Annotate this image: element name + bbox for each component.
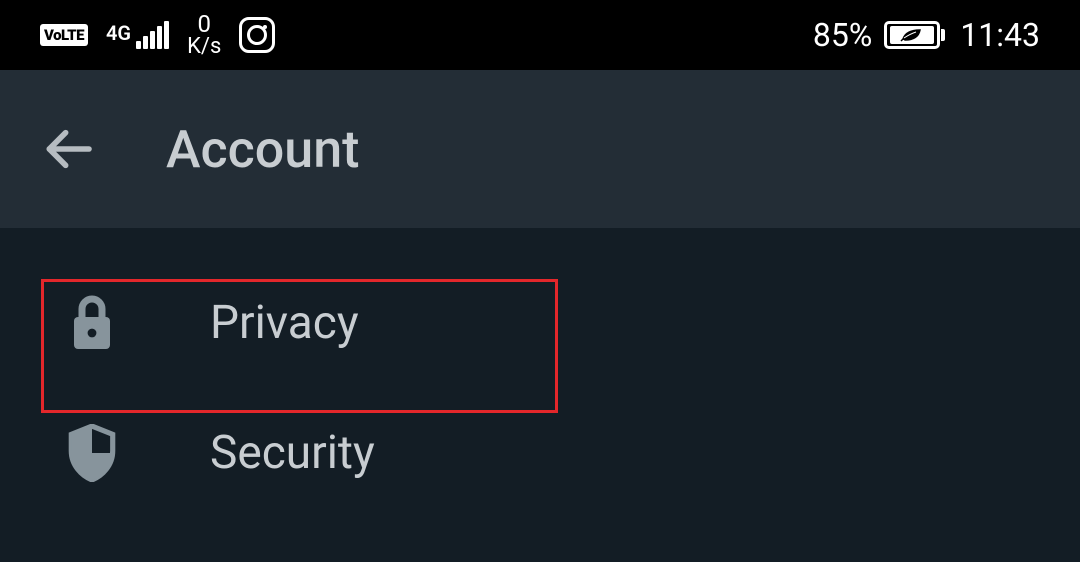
battery-icon xyxy=(884,21,940,49)
speed-unit: K/s xyxy=(187,36,221,58)
back-button[interactable] xyxy=(32,113,104,185)
instagram-icon xyxy=(239,17,275,53)
status-bar-left: VoLTE 4G 0 K/s xyxy=(40,12,275,58)
status-bar: VoLTE 4G 0 K/s 85% 1 xyxy=(0,0,1080,70)
network-indicator: 4G xyxy=(106,21,169,49)
arrow-left-icon xyxy=(40,121,96,177)
battery-percent: 85% xyxy=(813,16,872,54)
app-bar: Account xyxy=(0,70,1080,228)
page-title: Account xyxy=(166,119,359,180)
clock: 11:43 xyxy=(960,16,1040,54)
list-item-label: Security xyxy=(210,426,375,480)
network-speed: 0 K/s xyxy=(187,12,221,58)
leaf-icon xyxy=(900,28,924,42)
status-bar-right: 85% 11:43 xyxy=(813,16,1040,54)
list-item-label: Privacy xyxy=(210,296,359,350)
battery-fill xyxy=(890,26,934,44)
settings-list: Privacy Security xyxy=(0,228,1080,518)
volte-badge: VoLTE xyxy=(40,24,88,46)
list-item-security[interactable]: Security xyxy=(0,388,1080,518)
signal-bars-icon xyxy=(136,21,169,49)
network-type-label: 4G xyxy=(106,21,131,45)
shield-icon xyxy=(64,424,120,482)
lock-icon xyxy=(64,295,120,351)
speed-value: 0 xyxy=(197,12,211,36)
list-item-privacy[interactable]: Privacy xyxy=(0,258,1080,388)
